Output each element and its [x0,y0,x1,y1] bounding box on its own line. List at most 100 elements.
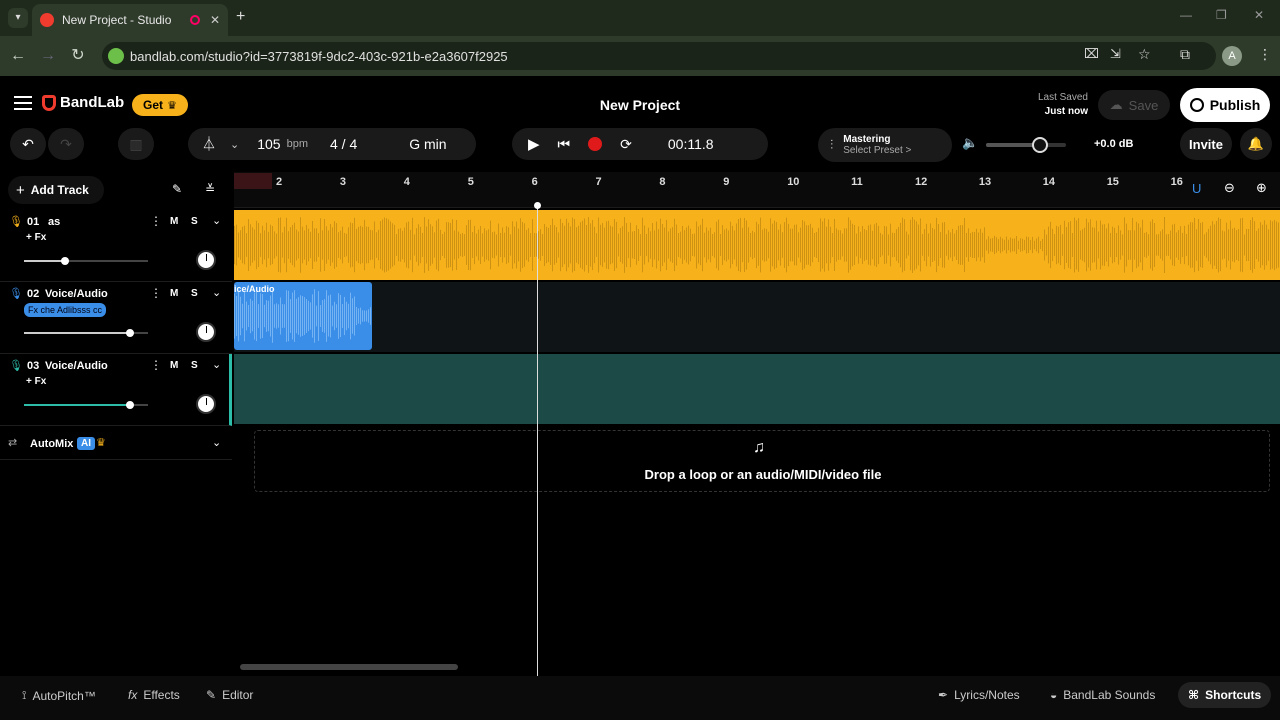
play-icon[interactable]: ▶ [528,135,540,153]
master-db: +0.0 dB [1094,138,1134,150]
undo-button[interactable]: ↶ [10,128,46,160]
chevron-down-icon[interactable]: ⌄ [212,286,221,299]
project-title[interactable]: New Project [560,97,720,113]
lyrics-notes-button[interactable]: ✒ Lyrics/Notes [938,688,1020,702]
redo-button[interactable]: ↷ [48,128,84,160]
bandlab-sounds-button[interactable]: ◒ BandLab Sounds [1050,688,1155,702]
time-signature[interactable]: 4 / 4 [330,136,357,152]
fx-button[interactable]: + Fx [26,376,46,387]
tab-search-icon[interactable]: ▾ [8,8,28,28]
track-header-2[interactable]: 🎙 02 Voice/Audio ⋮ M S ⌄ Fx che Adlibsss… [0,282,232,354]
chevron-down-icon[interactable]: ⌄ [212,214,221,227]
playhead-handle[interactable] [534,202,541,209]
close-tab-icon[interactable]: ✕ [210,13,220,27]
pan-knob[interactable] [196,322,216,342]
solo-button[interactable]: S [191,288,198,299]
record-icon[interactable] [588,137,603,151]
minimize-icon[interactable]: — [1180,8,1192,22]
save-button[interactable]: ☁ Save [1098,90,1170,120]
timeline-ruler[interactable] [234,172,1280,208]
bookmark-star-icon[interactable]: ☆ [1138,46,1151,63]
mastering-button[interactable]: ⫶ Mastering Select Preset > [818,128,952,162]
fx-chain-badge[interactable]: Fx che Adlibsss cc [24,303,107,317]
bandlab-favicon [40,13,54,27]
editor-button[interactable]: ✎ Editor [206,688,253,702]
hamburger-menu-icon[interactable] [14,96,32,110]
piano-keys-button[interactable]: ▥ [118,128,154,160]
reload-icon[interactable]: ↻ [66,44,90,68]
track-header-1[interactable]: 🎙 01 as ⋮ M S ⌄ + Fx [0,210,232,282]
new-tab-icon[interactable]: + [236,8,245,26]
add-track-button[interactable]: + Add Track [8,176,104,204]
chevron-down-icon[interactable]: ⌄ [230,138,239,151]
pan-knob[interactable] [196,394,216,414]
chevron-down-icon[interactable]: ⌄ [212,436,221,449]
solo-button[interactable]: S [191,360,198,371]
track-lane-3[interactable] [234,354,1280,424]
track-menu-icon[interactable]: ⋮ [150,286,162,300]
tempo-value[interactable]: 105 [257,136,280,152]
track-volume-slider[interactable] [24,257,148,265]
url-field[interactable]: bandlab.com/studio?id=3773819f-9dc2-403c… [102,42,1216,70]
media-off-icon[interactable]: ⌧ [1084,46,1099,62]
publish-button[interactable]: Publish [1180,88,1270,122]
site-info-icon[interactable] [108,48,124,64]
loop-icon[interactable]: ⟳ [620,136,632,153]
track-volume-slider[interactable] [24,401,148,409]
mic-icon: 🎙 [9,216,23,228]
track-volume-slider[interactable] [24,329,148,337]
horizontal-scrollbar[interactable] [240,664,458,670]
get-membership-button[interactable]: Get ♛ [132,94,188,116]
forward-icon[interactable]: → [36,44,60,68]
publish-label: Publish [1209,97,1261,113]
master-volume-thumb[interactable] [1032,137,1048,153]
close-window-icon[interactable]: ✕ [1254,8,1264,22]
skip-back-icon[interactable]: ⏮ [558,136,571,153]
mute-button[interactable]: M [170,360,178,371]
chevron-down-icon[interactable]: ⌄ [212,358,221,371]
shortcuts-button[interactable]: ⌘ Shortcuts [1178,682,1272,708]
autopitch-button[interactable]: ⟟ AutoPitch™ [22,688,96,703]
automix-row[interactable]: ⇄ AutoMix AI ♛ ⌄ [0,430,232,460]
automation-icon[interactable]: ✎ [172,182,182,196]
track-name[interactable]: as [48,216,60,228]
browser-tab[interactable]: New Project - Studio ✕ [32,4,228,36]
profile-avatar[interactable]: A [1222,46,1242,66]
solo-button[interactable]: S [191,216,198,227]
bandlab-logo[interactable]: BandLab [42,94,124,111]
fx-button[interactable]: + Fx [26,232,46,243]
bell-icon[interactable]: 🔔 [1240,128,1272,160]
invite-button[interactable]: Invite [1180,128,1232,160]
track-menu-icon[interactable]: ⋮ [150,214,162,228]
maximize-icon[interactable]: ❐ [1216,8,1227,22]
drop-zone-text: Drop a loop or an audio/MIDI/video file [644,467,882,482]
drop-zone[interactable]: ♫ Drop a loop or an audio/MIDI/video fil… [254,430,1270,492]
effects-button[interactable]: fx Effects [128,688,180,702]
track-lane-1[interactable] [234,210,1280,280]
track-lane-2[interactable] [234,282,1280,352]
zoom-out-icon[interactable]: ⊖ [1224,180,1235,196]
metronome-icon[interactable]: ⏃ [202,134,216,154]
snap-magnet-icon[interactable]: U [1192,181,1201,196]
speaker-icon[interactable]: 🔈 [962,135,978,151]
key-value[interactable]: G min [409,136,446,152]
autopitch-icon: ⟟ [22,688,27,702]
master-volume-slider[interactable] [986,137,1066,153]
playhead[interactable] [537,204,538,676]
loop-region-marker[interactable] [234,173,272,189]
install-app-icon[interactable]: ⇲ [1110,46,1121,62]
track-header-3[interactable]: 🎙 03 Voice/Audio ⋮ M S ⌄ + Fx [0,354,232,426]
mute-button[interactable]: M [170,288,178,299]
extensions-icon[interactable]: ⧉ [1180,46,1190,63]
menu-kebab-icon[interactable]: ⋮ [1258,46,1272,63]
last-saved-value: Just now [1044,106,1088,117]
track-name[interactable]: Voice/Audio [45,288,108,300]
zoom-in-icon[interactable]: ⊕ [1256,180,1267,196]
mute-button[interactable]: M [170,216,178,227]
pan-knob[interactable] [196,250,216,270]
back-icon[interactable]: ← [6,44,30,68]
track-name[interactable]: Voice/Audio [45,360,108,372]
track-menu-icon[interactable]: ⋮ [150,358,162,372]
tracks-settings-icon[interactable]: ≚ [205,182,215,196]
audio-clip-2[interactable]: ice/Audio [234,282,372,350]
